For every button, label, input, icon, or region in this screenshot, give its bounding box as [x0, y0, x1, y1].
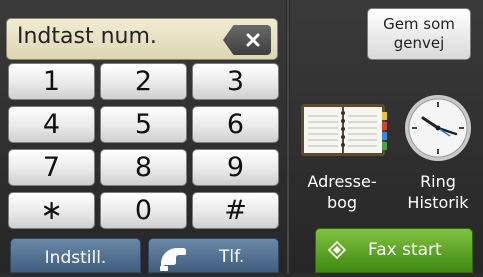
settings-button[interactable]: Indstill.	[10, 238, 141, 273]
call-history-label-line1: Ring	[420, 172, 456, 191]
delete-icon	[246, 33, 260, 47]
address-book-icon	[301, 104, 387, 156]
key-7[interactable]: 7	[8, 149, 95, 186]
key-6[interactable]: 6	[192, 106, 279, 143]
call-history-label: Ring Historik	[398, 171, 478, 213]
address-book-label-line2: bog	[326, 193, 358, 212]
phone-icon	[160, 248, 186, 271]
number-entry-field[interactable]: Indtast num.	[6, 18, 278, 60]
entry-placeholder: Indtast num.	[17, 24, 157, 49]
call-history-label-line2: Historik	[407, 193, 469, 212]
settings-label: Indstill.	[44, 248, 107, 268]
start-diamond-icon	[328, 241, 346, 259]
shortcut-label-line1: Gem som	[383, 15, 455, 33]
address-book-label-line1: Adresse-	[307, 172, 377, 191]
key-0[interactable]: 0	[100, 192, 187, 229]
key-3[interactable]: 3	[192, 63, 279, 100]
lcd-screen: Indtast num. 1 2 3 4 5 6 7 8 9 ∗ 0 # Ind…	[0, 0, 483, 273]
key-9[interactable]: 9	[192, 149, 279, 186]
phone-label: Tlf.	[219, 247, 245, 267]
panel-divider	[286, 0, 290, 273]
save-shortcut-button[interactable]: Gem som genvej	[367, 8, 471, 60]
phone-button[interactable]: Tlf.	[148, 238, 279, 273]
key-8[interactable]: 8	[100, 149, 187, 186]
clock-icon	[405, 95, 471, 161]
address-book-button[interactable]	[297, 100, 389, 160]
key-star[interactable]: ∗	[8, 192, 95, 229]
key-2[interactable]: 2	[100, 63, 187, 100]
address-book-label: Adresse- bog	[300, 171, 384, 213]
key-5[interactable]: 5	[100, 106, 187, 143]
backspace-button[interactable]	[223, 25, 271, 55]
key-4[interactable]: 4	[8, 106, 95, 143]
call-history-button[interactable]	[402, 92, 474, 164]
key-hash[interactable]: #	[192, 192, 279, 229]
key-1[interactable]: 1	[8, 63, 95, 100]
shortcut-label-line2: genvej	[393, 34, 445, 52]
fax-start-label: Fax start	[368, 240, 442, 260]
fax-start-button[interactable]: Fax start	[315, 228, 473, 273]
